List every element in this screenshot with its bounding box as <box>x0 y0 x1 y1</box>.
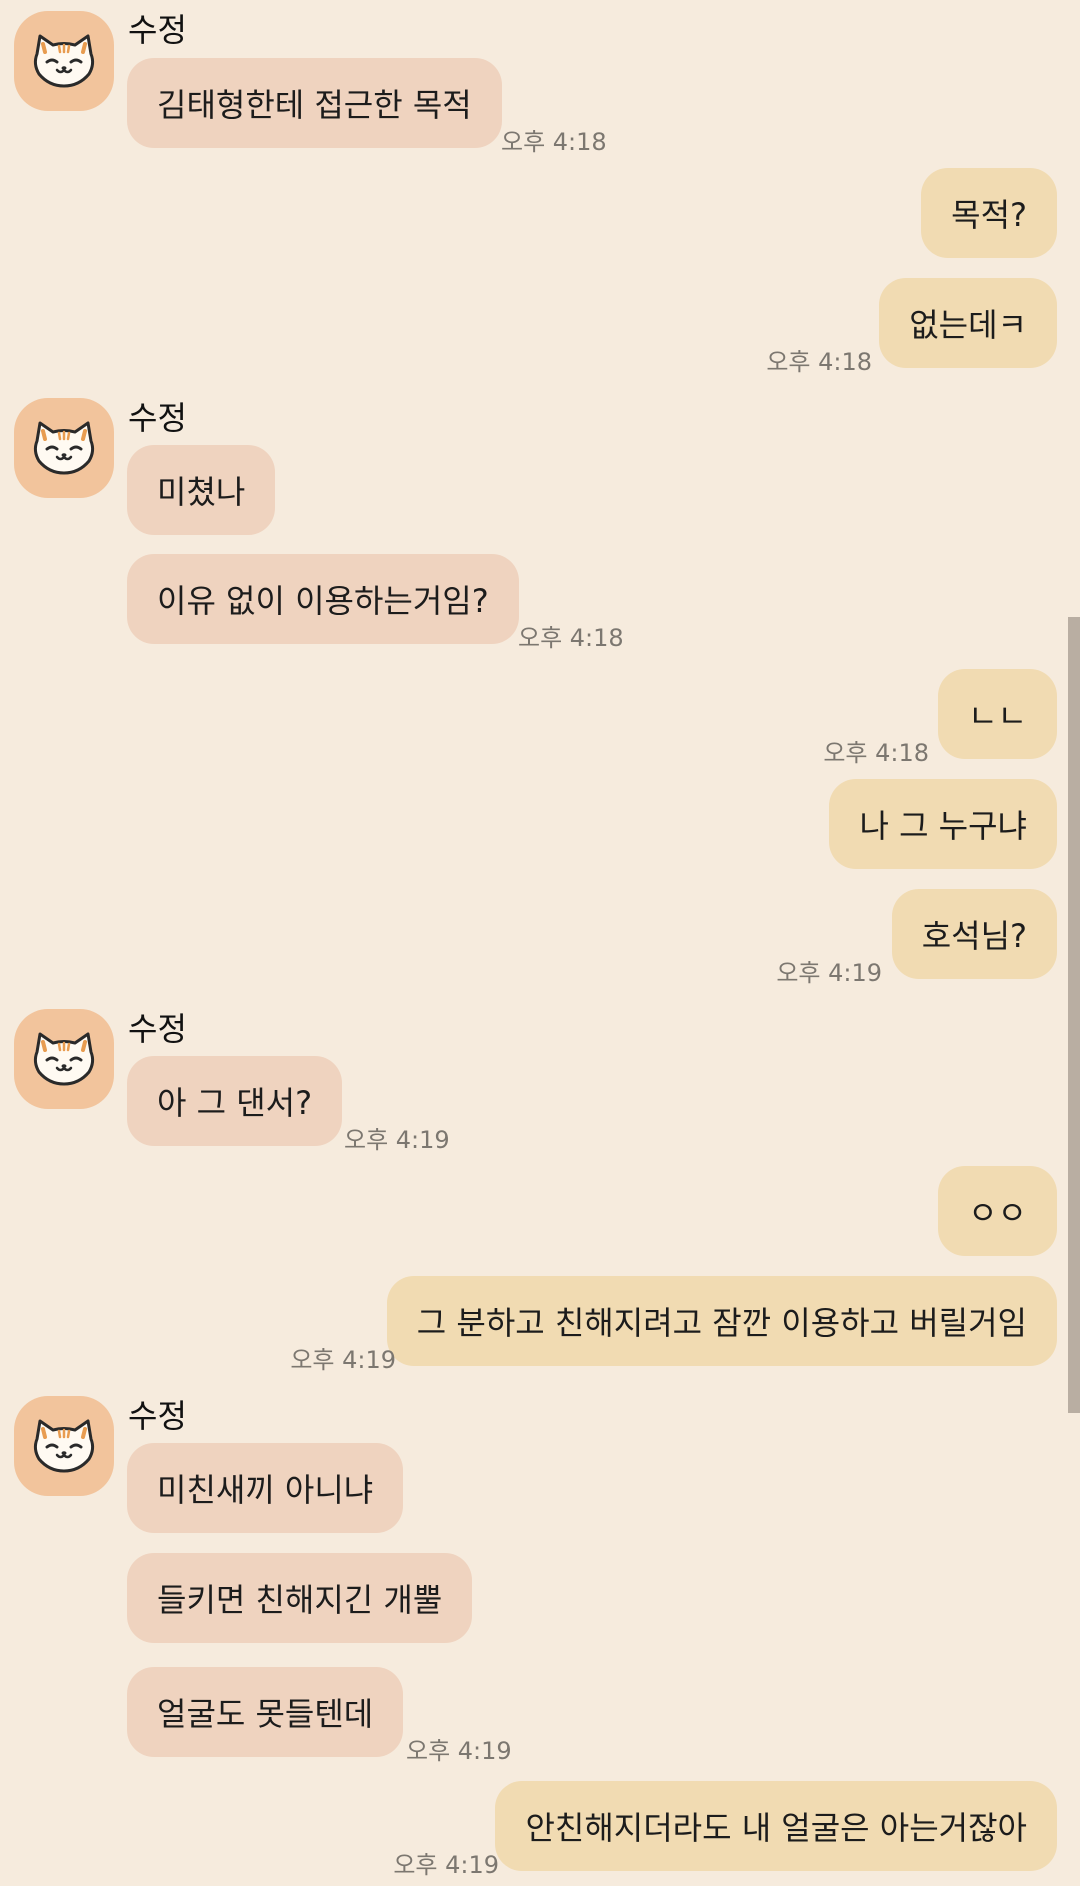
message-timestamp: 오후 4:19 <box>290 1346 396 1374</box>
message-timestamp: 오후 4:18 <box>501 128 607 156</box>
sender-name: 수정 <box>128 1397 187 1435</box>
chat-thread[interactable]: 수정 김태형한테 접근한 목적 오후 4:18 목적? 없는데ㅋ 오후 4:18… <box>0 0 1080 1886</box>
contact-avatar[interactable] <box>14 1396 114 1496</box>
contact-avatar[interactable] <box>14 11 114 111</box>
outgoing-message-bubble[interactable]: 목적? <box>921 168 1057 258</box>
message-timestamp: 오후 4:18 <box>766 348 872 376</box>
cat-face-icon <box>33 1419 95 1473</box>
message-timestamp: 오후 4:19 <box>776 959 882 987</box>
outgoing-message-bubble[interactable]: 없는데ㅋ <box>879 278 1057 368</box>
outgoing-message-bubble[interactable]: 나 그 누구냐 <box>829 779 1057 869</box>
cat-face-icon <box>33 421 95 475</box>
incoming-message-bubble[interactable]: 김태형한테 접근한 목적 <box>127 58 502 148</box>
outgoing-message-bubble[interactable]: 안친해지더라도 내 얼굴은 아는거잖아 <box>495 1781 1057 1871</box>
contact-avatar[interactable] <box>14 1009 114 1109</box>
cat-face-icon <box>33 1032 95 1086</box>
sender-name: 수정 <box>128 11 187 49</box>
sender-name: 수정 <box>128 1010 187 1048</box>
outgoing-message-bubble[interactable]: 호석님? <box>891 889 1057 979</box>
incoming-message-bubble[interactable]: 미친새끼 아니냐 <box>127 1443 404 1533</box>
outgoing-message-bubble[interactable]: ㅇㅇ <box>938 1166 1057 1256</box>
incoming-message-bubble[interactable]: 얼굴도 못들텐데 <box>127 1667 404 1757</box>
scrollbar-thumb[interactable] <box>1068 617 1080 1413</box>
message-timestamp: 오후 4:19 <box>393 1851 499 1879</box>
incoming-message-bubble[interactable]: 이유 없이 이용하는거임? <box>127 554 519 644</box>
sender-name: 수정 <box>128 399 187 437</box>
contact-avatar[interactable] <box>14 398 114 498</box>
incoming-message-bubble[interactable]: 미쳤나 <box>127 445 276 535</box>
outgoing-message-bubble[interactable]: 그 분하고 친해지려고 잠깐 이용하고 버릴거임 <box>386 1276 1057 1366</box>
outgoing-message-bubble[interactable]: ㄴㄴ <box>938 669 1057 759</box>
cat-face-icon <box>33 34 95 88</box>
incoming-message-bubble[interactable]: 아 그 댄서? <box>127 1056 343 1146</box>
incoming-message-bubble[interactable]: 들키면 친해지긴 개뿔 <box>127 1553 473 1643</box>
message-timestamp: 오후 4:19 <box>344 1126 450 1154</box>
message-timestamp: 오후 4:19 <box>406 1737 512 1765</box>
message-timestamp: 오후 4:18 <box>823 739 929 767</box>
message-timestamp: 오후 4:18 <box>518 624 624 652</box>
